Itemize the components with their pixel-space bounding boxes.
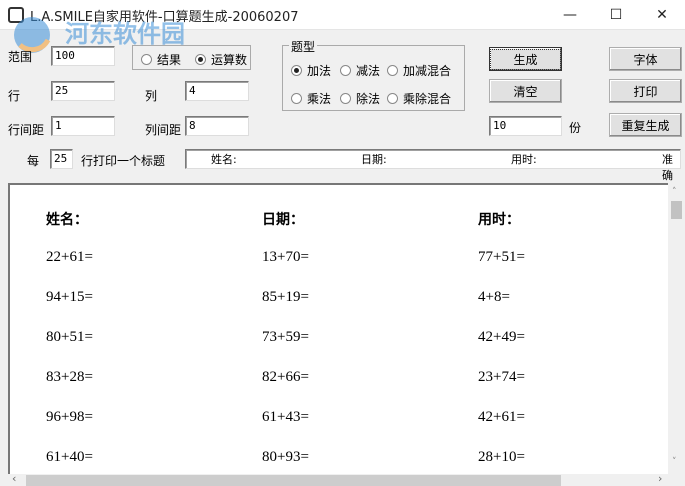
minimize-button[interactable]: — [547,0,593,30]
radio-result[interactable]: 结果 [141,51,181,68]
regenerate-button[interactable]: 重复生成 [609,113,682,137]
scroll-left-icon[interactable]: ‹ [12,472,16,485]
document-preview: 姓名： 日期： 用时： 22+61= 13+70= 77+51= 94+15= 85+1… [8,183,668,474]
doc-header-date: 日期： [262,212,304,228]
problem-cell: 61+40= [46,449,93,465]
range-input[interactable]: 100 [51,46,115,66]
print-button[interactable]: 打印 [609,79,682,103]
window-title: L.A.SMILE自家用软件-口算题生成-20060207 [30,10,299,25]
type-group-label: 题型 [289,38,318,55]
problem-cell: 77+51= [478,249,525,265]
problem-cell: 83+28= [46,369,93,385]
radio-label: 乘法 [307,92,332,106]
radio-add-sub-mixed[interactable]: 加减混合 [387,62,451,79]
radio-checked-icon [291,65,302,76]
vertical-scrollbar[interactable]: ˄ ˅ [668,185,685,474]
every-input[interactable]: 25 [50,149,73,169]
problem-cell: 13+70= [262,249,309,265]
problem-cell: 82+66= [262,369,309,385]
row-spacing-input[interactable]: 1 [51,116,115,136]
radio-multiply[interactable]: 乘法 [291,90,331,107]
radio-icon [387,93,398,104]
header-accuracy-text: 准确 [662,153,673,182]
generate-button[interactable]: 生成 [489,47,562,71]
scroll-up-icon[interactable]: ˄ [672,187,677,197]
title-every-label: 行打印一个标题 [81,154,166,168]
header-date-text: 日期: [361,153,387,166]
scroll-down-icon[interactable]: ˅ [672,457,677,467]
header-name-text: 姓名: [211,153,237,166]
radio-mul-div-mixed[interactable]: 乘除混合 [387,90,451,107]
problem-cell: 96+98= [46,409,93,425]
header-text-input[interactable]: 姓名: 日期: 用时: 准确 [185,149,681,182]
radio-icon [291,93,302,104]
rows-label: 行 [8,89,21,103]
copies-label: 份 [569,121,582,135]
radio-label: 加减混合 [403,64,452,78]
problem-cell: 85+19= [262,289,309,305]
radio-label: 乘除混合 [403,92,452,106]
radio-icon [141,54,152,65]
cols-label: 列 [145,89,158,103]
app-icon [8,7,24,23]
every-label: 每 [27,154,40,168]
col-spacing-label: 列间距 [145,123,182,137]
col-spacing-input[interactable]: 8 [185,116,249,136]
problem-cell: 42+49= [478,329,525,345]
radio-divide[interactable]: 除法 [340,90,380,107]
problem-cell: 80+93= [262,449,309,465]
header-time-text: 用时: [511,153,537,166]
radio-label: 加法 [307,64,332,78]
radio-label: 减法 [356,64,381,78]
radio-operand[interactable]: 运算数 [195,51,247,68]
font-button[interactable]: 字体 [609,47,682,71]
row-spacing-label: 行间距 [8,123,45,137]
cols-input[interactable]: 4 [185,81,249,101]
doc-header-name: 姓名： [46,212,88,228]
problem-cell: 94+15= [46,289,93,305]
rows-input[interactable]: 25 [51,81,115,101]
horizontal-scrollbar[interactable]: ‹ › [8,472,668,486]
title-bar: L.A.SMILE自家用软件-口算题生成-20060207 — ☐ ✕ [0,0,685,30]
radio-add[interactable]: 加法 [291,62,331,79]
problem-cell: 23+74= [478,369,525,385]
radio-checked-icon [195,54,206,65]
scroll-right-icon[interactable]: › [658,472,662,485]
close-button[interactable]: ✕ [639,0,685,30]
radio-icon [340,65,351,76]
radio-subtract[interactable]: 减法 [340,62,380,79]
radio-label: 除法 [356,92,381,106]
problem-cell: 22+61= [46,249,93,265]
copies-input[interactable]: 10 [489,116,562,136]
radio-icon [387,65,398,76]
problem-cell: 42+61= [478,409,525,425]
horizontal-scroll-thumb[interactable] [26,475,561,486]
problem-cell: 4+8= [478,289,510,305]
maximize-button[interactable]: ☐ [593,0,639,30]
doc-header-time: 用时： [478,212,520,228]
problem-cell: 73+59= [262,329,309,345]
problem-cell: 80+51= [46,329,93,345]
vertical-scroll-thumb[interactable] [671,201,682,219]
radio-icon [340,93,351,104]
radio-label: 运算数 [211,53,248,67]
clear-button[interactable]: 清空 [489,79,562,103]
generate-label: 生成 [490,48,561,70]
problem-cell: 61+43= [262,409,309,425]
range-label: 范围 [8,50,33,64]
problem-cell: 28+10= [478,449,525,465]
radio-label: 结果 [157,53,182,67]
